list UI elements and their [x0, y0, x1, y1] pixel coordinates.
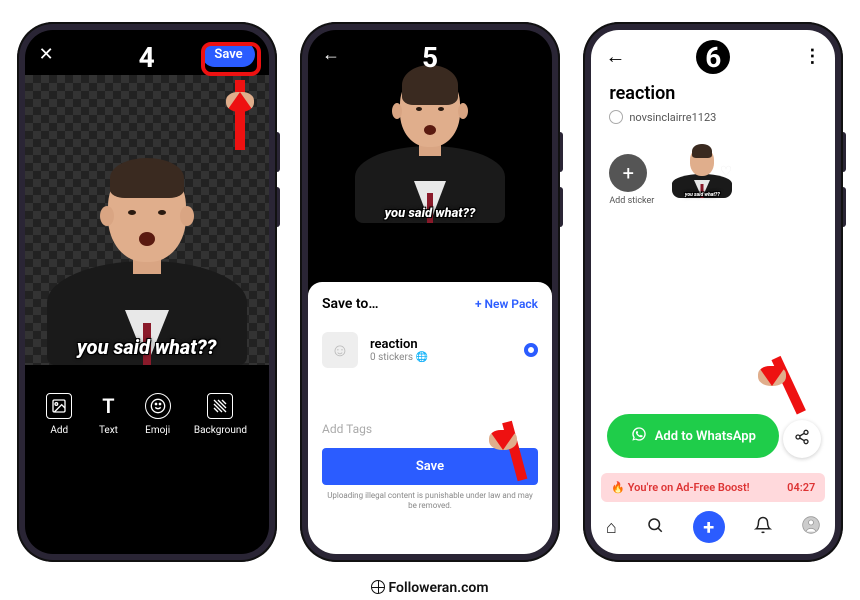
back-icon[interactable]: ←: [605, 44, 625, 69]
highlight-rectangle: [201, 42, 261, 76]
globe-icon: [371, 580, 385, 594]
phone-step-6: 6 ← ⋮ reaction novsinclairre1123 + Add s…: [583, 22, 843, 562]
annotation-arrow-up: [235, 80, 245, 150]
tool-label: Background: [194, 425, 247, 436]
sheet-title: Save to…: [322, 296, 379, 312]
pack-thumbnail-icon: ☺: [322, 332, 358, 368]
tool-label: Add: [50, 425, 68, 436]
annotation-arrow-down: [771, 358, 781, 418]
nav-home-icon[interactable]: ⌂: [606, 517, 617, 538]
new-pack-button[interactable]: + New Pack: [475, 297, 538, 311]
tool-emoji[interactable]: Emoji: [145, 393, 171, 436]
emoji-icon: [145, 393, 171, 419]
whatsapp-icon: [631, 426, 647, 446]
annotation-arrow-down: [502, 422, 512, 482]
whatsapp-button-label: Add to WhatsApp: [655, 429, 756, 444]
add-to-whatsapp-button[interactable]: Add to WhatsApp: [607, 414, 779, 458]
tool-label: Text: [99, 425, 118, 436]
author-row[interactable]: novsinclairre1123: [591, 104, 835, 130]
share-button[interactable]: [783, 420, 821, 458]
radio-selected-icon[interactable]: [524, 343, 538, 357]
sticker-caption: you said what??: [672, 192, 732, 198]
tool-text[interactable]: T Text: [95, 393, 121, 436]
save-sheet: Save to… + New Pack ☺ reaction 0 sticker…: [308, 282, 552, 554]
boost-banner[interactable]: 🔥 You're on Ad-Free Boost! 04:27: [601, 473, 825, 502]
editor-toolbar: Add T Text Emoji Background: [25, 365, 269, 436]
tool-add[interactable]: Add: [46, 393, 72, 436]
close-icon[interactable]: ✕: [39, 44, 54, 65]
pack-row[interactable]: ☺ reaction 0 stickers 🌐: [322, 328, 538, 372]
plus-icon: +: [609, 154, 647, 192]
disclaimer-text: Uploading illegal content is punishable …: [322, 491, 538, 512]
footer-credit: Followeran.com: [0, 580, 860, 596]
sticker-caption: you said what??: [355, 206, 505, 221]
user-avatar-icon: [609, 110, 623, 124]
add-sticker-label: Add sticker: [609, 196, 654, 206]
nav-search-icon[interactable]: [646, 516, 664, 539]
page-title: reaction: [591, 83, 835, 104]
step-number-5: 5: [413, 40, 447, 74]
sticker-caption: you said what??: [47, 335, 247, 359]
boost-timer: 04:27: [787, 481, 815, 494]
text-icon: T: [95, 393, 121, 419]
share-icon: [794, 429, 810, 449]
more-icon[interactable]: ⋮: [803, 46, 821, 67]
step-number-6: 6: [696, 40, 730, 74]
tool-background[interactable]: Background: [194, 393, 247, 436]
username: novsinclairre1123: [629, 111, 716, 124]
fire-icon: 🔥: [611, 481, 625, 494]
image-icon: [46, 393, 72, 419]
phone-step-5: 5 ← you said what?? Save to… + New Pack: [300, 22, 560, 562]
background-icon: [207, 393, 233, 419]
phone-step-4: 4 ✕ Save you said what??: [17, 22, 277, 562]
nav-profile-icon[interactable]: [801, 515, 821, 540]
pack-subtitle: 0 stickers: [370, 352, 413, 363]
sticker-thumbnail[interactable]: you said what??: [672, 154, 732, 198]
add-sticker-button[interactable]: + Add sticker: [609, 154, 654, 206]
sticker-canvas[interactable]: you said what??: [25, 75, 269, 365]
pack-name: reaction: [370, 337, 428, 352]
tool-label: Emoji: [145, 425, 170, 436]
step-number-4: 4: [130, 40, 164, 74]
sticker-preview: you said what??: [47, 175, 247, 365]
nav-create-button[interactable]: +: [693, 511, 725, 543]
back-icon[interactable]: ←: [322, 44, 340, 65]
sticker-preview: you said what??: [355, 83, 505, 223]
bottom-nav: ⌂ +: [591, 506, 835, 548]
nav-notifications-icon[interactable]: [754, 516, 772, 539]
boost-text: You're on Ad-Free Boost!: [628, 481, 750, 494]
globe-icon: 🌐: [416, 352, 428, 363]
